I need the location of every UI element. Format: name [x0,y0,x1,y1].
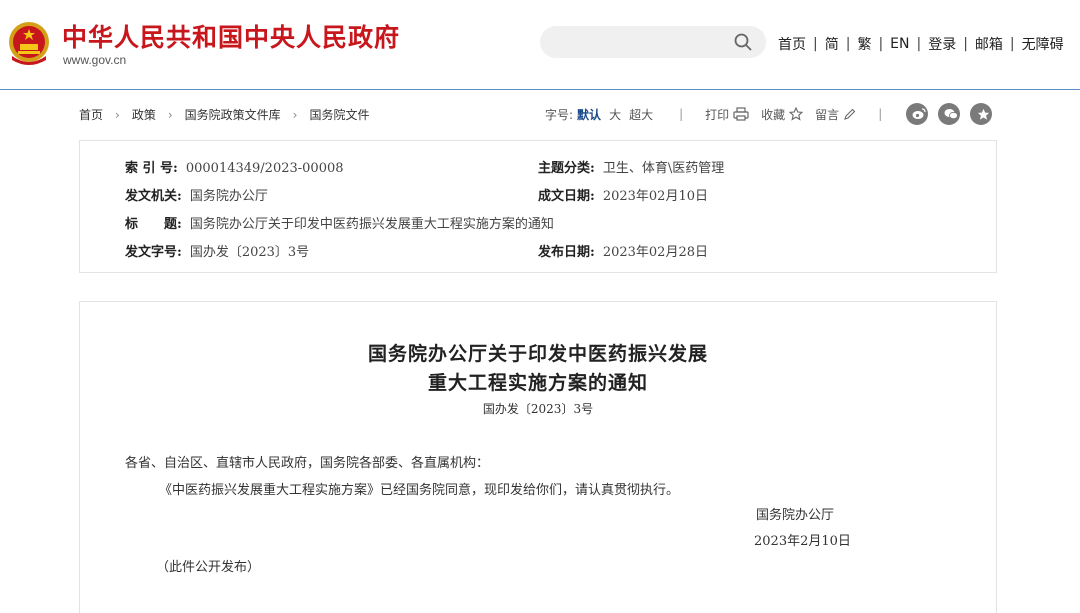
chevron-right-icon: › [115,107,120,122]
nav-home-link[interactable]: 首页 [778,34,806,54]
meta-key: 发布日期: [538,245,595,260]
chevron-right-icon: › [292,107,298,122]
comment-button[interactable]: 留言 [815,106,856,123]
site-domain: www.gov.cn [63,53,127,67]
nav-login-link[interactable]: 登录 [928,34,956,54]
star-icon [977,108,989,120]
meta-key: 主题分类: [538,161,595,176]
nav-accessibility-link[interactable]: 无障碍 [1022,34,1064,54]
font-size-label: 字号: [545,107,574,122]
national-emblem-icon[interactable] [8,20,50,66]
meta-key: 索 引 号: [125,161,178,176]
nav-separator: | [845,36,851,52]
meta-written-date: 成文日期: 2023年02月10日 [538,185,708,204]
font-size-xlarge[interactable]: 超大 [629,106,653,123]
font-size-default[interactable]: 默认 [577,106,601,123]
meta-value: 国务院办公厅 [189,189,268,204]
top-nav: 首页 | 简 | 繁 | EN | 登录 | 邮箱 | 无障碍 [778,34,1064,54]
star-outline-icon [789,107,804,121]
meta-title: 标 题: 国务院办公厅关于印发中医药振兴发展重大工程实施方案的通知 [125,213,554,232]
breadcrumb-policy[interactable]: 政策 [132,106,156,123]
chevron-right-icon: › [167,107,173,122]
breadcrumb-home[interactable]: 首页 [79,106,103,123]
meta-key: 发文机关: [125,189,182,204]
favorite-button[interactable]: 收藏 [761,106,804,123]
meta-value: 2023年02月28日 [602,245,708,260]
site-header: 中华人民共和国中央人民政府 www.gov.cn 首页 | 简 | 繁 | EN… [0,0,1080,90]
toolbar-divider: | [679,107,684,121]
nav-separator: | [916,36,922,52]
article-sign-date: 2023年2月10日 [754,534,851,549]
comment-label: 留言 [815,107,840,122]
article-doc-no: 国办发〔2023〕3号 [482,402,594,416]
meta-value: 国办发〔2023〕3号 [189,245,310,260]
wechat-share-button[interactable] [938,103,961,125]
article-body: 国务院办公厅关于印发中医药振兴发展 重大工程实施方案的通知 国办发〔2023〕3… [79,301,997,613]
favorite-share-button[interactable] [970,103,993,125]
breadcrumb: 首页 › 政策 › 国务院政策文件库 › 国务院文件 [79,106,370,123]
document-metadata: 索 引 号: 000014349/2023-00008 主题分类: 卫生、体育\医药… [79,140,997,273]
nav-traditional-link[interactable]: 繁 [857,34,871,54]
toolbar-divider: | [878,107,883,121]
nav-separator: | [878,36,884,52]
print-button[interactable]: 打印 [705,106,749,123]
nav-english-link[interactable]: EN [890,36,909,52]
nav-separator: | [1009,36,1015,52]
meta-value: 000014349/2023-00008 [185,161,344,176]
nav-mail-link[interactable]: 邮箱 [975,34,1003,54]
breadcrumb-state-council-docs[interactable]: 国务院文件 [309,106,369,123]
meta-index-no: 索 引 号: 000014349/2023-00008 [125,157,344,176]
search-icon[interactable] [734,33,752,51]
print-label: 打印 [705,107,730,122]
nav-separator: | [813,36,818,52]
nav-simplified-link[interactable]: 简 [825,34,839,54]
font-size-large[interactable]: 大 [609,106,621,123]
search-input[interactable] [540,26,766,58]
pencil-icon [844,108,856,120]
printer-icon [733,107,749,121]
meta-publish-date: 发布日期: 2023年02月28日 [538,241,708,260]
breadcrumb-policy-library[interactable]: 国务院政策文件库 [185,106,281,123]
article-salutation: 各省、自治区、直辖市人民政府，国务院各部委、各直属机构： [125,456,490,471]
wechat-icon [944,109,959,120]
meta-issuer: 发文机关: 国务院办公厅 [125,185,268,204]
nav-separator: | [963,36,968,52]
article-note: （此件公开发布） [156,560,261,575]
meta-key: 发文字号: [125,245,182,260]
article-title-line2: 重大工程实施方案的通知 [427,372,648,394]
article-signature: 国务院办公厅 [756,508,835,523]
favorite-label: 收藏 [761,107,786,122]
weibo-share-button[interactable] [906,103,929,125]
site-name[interactable]: 中华人民共和国中央人民政府 [62,18,400,54]
meta-value: 卫生、体育\医药管理 [602,161,725,176]
meta-key: 成文日期: [538,189,595,204]
meta-value: 国务院办公厅关于印发中医药振兴发展重大工程实施方案的通知 [189,217,554,232]
article-toolbar: 字号: 默认 大 超大 | 打印 收藏 留言 | [545,103,993,125]
meta-topic: 主题分类: 卫生、体育\医药管理 [538,157,724,176]
article-paragraph: 《中医药振兴发展重大工程实施方案》已经国务院同意，现印发给你们，请认真贯彻执行。 [159,483,680,498]
meta-key: 标 题: [125,217,182,232]
meta-value: 2023年02月10日 [602,189,708,204]
meta-doc-no: 发文字号: 国办发〔2023〕3号 [125,241,309,260]
article-title-line1: 国务院办公厅关于印发中医药振兴发展 [367,343,708,365]
weibo-icon [912,108,926,119]
